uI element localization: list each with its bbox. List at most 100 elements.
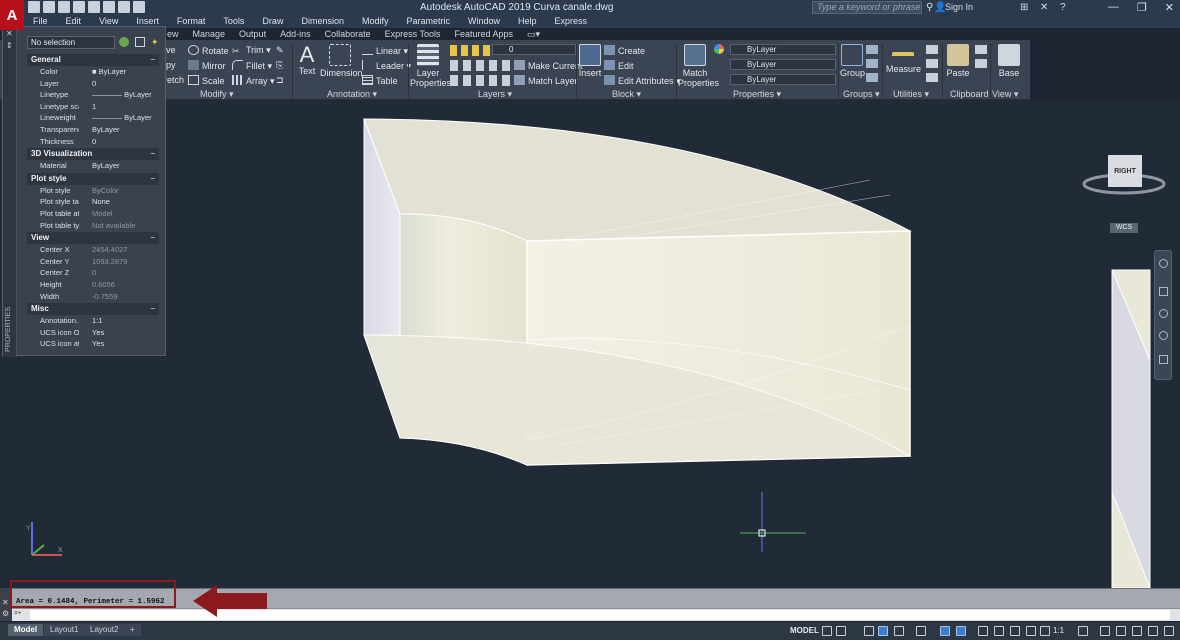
close-icon[interactable]: ✕ — [2, 598, 9, 607]
zoom-icon[interactable] — [1159, 309, 1168, 318]
property-row[interactable]: UCS icon at... Yes — [27, 338, 159, 350]
minimize-icon[interactable]: — — [1108, 1, 1119, 14]
exchange-icon[interactable]: ✕ — [1040, 2, 1048, 13]
make-current-button[interactable]: Make Current — [514, 60, 583, 71]
property-row[interactable]: Linetype ———— ByLayer — [27, 89, 159, 101]
property-row[interactable]: Linetype sca... 1 — [27, 101, 159, 113]
binoculars-icon[interactable]: ⚲ — [926, 2, 933, 13]
help-icon[interactable]: ? — [1060, 2, 1066, 13]
customization-icon[interactable] — [1164, 626, 1174, 636]
property-row[interactable]: Plot style ta... None — [27, 196, 159, 208]
annotation-panel-title[interactable]: Annotation ▾ — [327, 89, 377, 100]
menu-draw[interactable]: Draw — [253, 15, 292, 28]
restore-icon[interactable]: ❐ — [1137, 1, 1147, 14]
utilities-panel-title[interactable]: Utilities ▾ — [893, 89, 929, 100]
object-snap-icon[interactable] — [940, 626, 950, 636]
properties-palette-strip[interactable]: ✕ ⇕ PROPERTIES — [3, 27, 17, 357]
ribbon-tab-express-tools[interactable]: Express Tools — [378, 28, 448, 40]
ribbon-tab-manage[interactable]: Manage — [186, 28, 233, 40]
property-row[interactable]: Lineweight ———— ByLayer — [27, 112, 159, 124]
stretch-button[interactable]: retch — [164, 75, 184, 85]
select-objects-icon[interactable] — [135, 37, 145, 47]
menu-modify[interactable]: Modify — [353, 15, 398, 28]
property-section-general[interactable]: General − — [27, 54, 159, 66]
clean-screen-icon[interactable] — [1148, 626, 1158, 636]
new-icon[interactable] — [28, 1, 40, 13]
add-layout-button[interactable]: + — [124, 624, 141, 636]
measure-button[interactable]: Measure — [886, 44, 921, 74]
color-dropdown[interactable]: ByLayer — [730, 44, 836, 55]
save-icon[interactable] — [58, 1, 70, 13]
create-block-button[interactable]: Create — [604, 45, 645, 56]
transparency-icon[interactable] — [978, 626, 988, 636]
grid-icon[interactable] — [822, 626, 832, 636]
view-panel-title[interactable]: View ▾ — [992, 89, 1018, 100]
menu-express[interactable]: Express — [546, 15, 597, 28]
redo-icon[interactable] — [133, 1, 145, 13]
table-button[interactable]: Table — [362, 75, 398, 86]
pan-icon[interactable] — [1159, 287, 1168, 296]
scale-button[interactable]: Scale — [188, 75, 225, 86]
pin-icon[interactable]: ⇕ — [6, 41, 13, 50]
paste-button[interactable]: Paste — [944, 44, 972, 78]
property-row[interactable]: Plot table ty... Not available — [27, 220, 159, 232]
polar-icon[interactable] — [878, 626, 888, 636]
property-row[interactable]: Thickness 0 — [27, 136, 159, 148]
menu-parametric[interactable]: Parametric — [398, 15, 460, 28]
viewcube-right-face[interactable]: RIGHT — [1108, 155, 1142, 187]
isolate-objects-icon[interactable] — [1132, 626, 1142, 636]
open-web-icon[interactable] — [88, 1, 100, 13]
edit-attributes-button[interactable]: Edit Attributes ▾ — [604, 75, 681, 87]
property-row[interactable]: Plot table at... Model — [27, 208, 159, 220]
property-row[interactable]: Width -0.7559 — [27, 291, 159, 303]
ribbon-tab-collaborate[interactable]: Collaborate — [318, 28, 378, 40]
property-section-view[interactable]: View − — [27, 232, 159, 245]
groups-panel-title[interactable]: Groups ▾ — [843, 89, 880, 100]
text-button[interactable]: A Text — [296, 44, 318, 77]
tab-layout2[interactable]: Layout2 — [84, 624, 125, 636]
workspace-gear-icon[interactable] — [1078, 626, 1088, 636]
block-panel-title[interactable]: Block ▾ — [612, 89, 641, 100]
collapse-icon[interactable]: − — [150, 232, 155, 244]
group-button[interactable]: Group — [840, 44, 865, 78]
menu-help[interactable]: Help — [509, 15, 546, 28]
selection-cycling-icon[interactable] — [994, 626, 1004, 636]
match-layer-button[interactable]: Match Layer — [514, 75, 578, 86]
collapse-icon[interactable]: − — [150, 303, 155, 315]
orbit-icon[interactable] — [1159, 331, 1168, 340]
linetype-dropdown[interactable]: ByLayer — [730, 59, 836, 70]
property-row[interactable]: Color ■ ByLayer — [27, 66, 159, 78]
property-row[interactable]: Plot style ByColor — [27, 185, 159, 197]
tab-layout1[interactable]: Layout1 — [44, 624, 85, 636]
property-row[interactable]: Annotation... 1:1 — [27, 315, 159, 327]
property-row[interactable]: Center Z 0 — [27, 267, 159, 279]
isodraft-icon[interactable] — [894, 626, 904, 636]
3d-osnap-icon[interactable] — [1010, 626, 1020, 636]
showmotion-icon[interactable] — [1159, 355, 1168, 364]
erase-icon[interactable]: ✎ — [276, 45, 284, 56]
steering-wheel-icon[interactable] — [1159, 259, 1168, 268]
ortho-icon[interactable] — [864, 626, 874, 636]
property-row[interactable]: UCS icon On Yes — [27, 327, 159, 339]
property-row[interactable]: Center X 2454.4027 — [27, 244, 159, 256]
property-row[interactable]: Material ByLayer — [27, 160, 159, 172]
array-button[interactable]: Array ▾ — [232, 75, 275, 87]
close-icon[interactable]: ✕ — [6, 29, 13, 38]
move-button[interactable]: ve — [166, 45, 176, 55]
application-menu-button[interactable]: A — [0, 0, 24, 30]
ribbon-tab-options-icon[interactable]: ▭▾ — [520, 28, 547, 40]
copy-button[interactable]: py — [166, 60, 176, 70]
menu-dimension[interactable]: Dimension — [292, 15, 353, 28]
trim-button[interactable]: ✂ Trim ▾ — [232, 45, 271, 56]
dynamic-ucs-icon[interactable] — [1026, 626, 1036, 636]
properties-panel-title[interactable]: Properties ▾ — [733, 89, 781, 100]
clipboard-panel-title[interactable]: Clipboard — [950, 89, 989, 99]
toggle-pickadd-icon[interactable] — [119, 37, 129, 47]
linear-button[interactable]: Linear ▾ — [362, 45, 408, 57]
layers-panel-title[interactable]: Layers ▾ — [478, 89, 512, 100]
collapse-icon[interactable]: − — [150, 173, 155, 185]
property-row[interactable]: Layer 0 — [27, 78, 159, 90]
dimension-button[interactable]: Dimension — [320, 44, 363, 78]
copy-clip-icon[interactable]: ⎘ — [276, 60, 283, 71]
lineweight-icon[interactable] — [956, 626, 966, 636]
